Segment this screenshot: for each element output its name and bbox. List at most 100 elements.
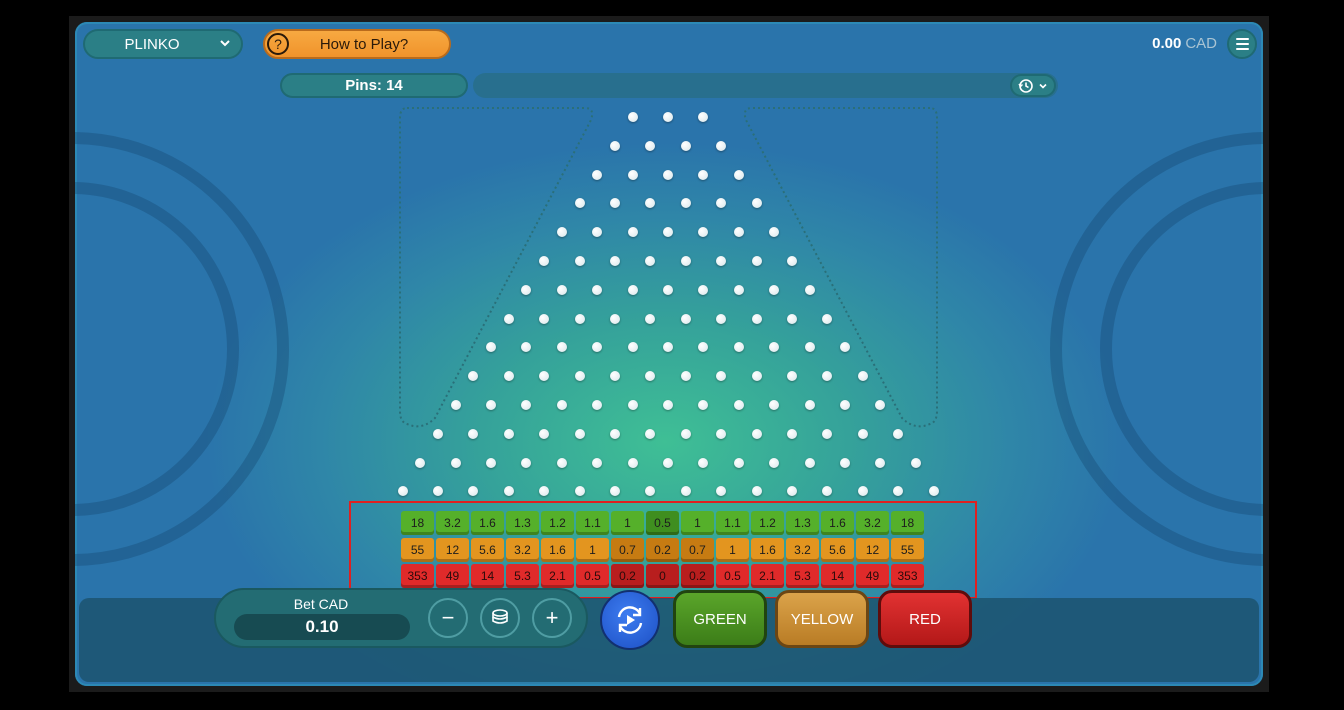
multiplier-cell-yellow: 5.6 bbox=[471, 538, 504, 562]
multiplier-cell-green: 1 bbox=[611, 511, 644, 535]
peg bbox=[840, 457, 850, 468]
peg bbox=[609, 198, 620, 209]
autoplay-icon bbox=[617, 606, 643, 634]
peg bbox=[415, 457, 426, 468]
multiplier-cell-green: 18 bbox=[891, 511, 924, 535]
peg bbox=[663, 284, 673, 295]
peg bbox=[857, 428, 868, 439]
peg bbox=[680, 198, 691, 209]
peg bbox=[432, 428, 443, 439]
multiplier-cell-green: 1 bbox=[681, 511, 714, 535]
peg bbox=[609, 371, 620, 382]
multiplier-cell-red: 14 bbox=[821, 564, 854, 588]
multiplier-cell-green: 1.6 bbox=[471, 511, 504, 535]
peg bbox=[574, 198, 585, 209]
peg bbox=[627, 227, 638, 238]
yellow-drop-button[interactable]: YELLOW bbox=[775, 590, 869, 648]
multiplier-cell-red: 5.3 bbox=[506, 564, 539, 588]
peg bbox=[786, 256, 797, 266]
multiplier-cell-yellow: 1.6 bbox=[751, 538, 784, 562]
peg bbox=[627, 112, 638, 122]
peg bbox=[733, 227, 744, 238]
peg bbox=[645, 313, 656, 324]
peg bbox=[486, 400, 496, 410]
peg bbox=[786, 428, 797, 439]
multiplier-cell-yellow: 55 bbox=[891, 538, 924, 562]
peg bbox=[450, 400, 461, 410]
peg bbox=[645, 256, 656, 266]
peg bbox=[592, 457, 603, 468]
peg bbox=[680, 313, 691, 324]
peg bbox=[592, 342, 603, 353]
peg bbox=[609, 486, 620, 497]
peg bbox=[733, 457, 744, 468]
multiplier-row-green: 18 3.2 1.6 1.3 1.2 1.1 1 0.5 1 1.1 1.2 1.3 1.6 3.2 18 bbox=[401, 511, 924, 535]
multiplier-cell-yellow: 12 bbox=[436, 538, 469, 562]
multiplier-cell-yellow: 0.7 bbox=[611, 538, 644, 562]
peg bbox=[521, 457, 532, 468]
peg bbox=[716, 371, 727, 382]
peg bbox=[645, 198, 656, 209]
peg bbox=[893, 428, 904, 439]
peg bbox=[627, 169, 638, 180]
multiplier-cell-red: 353 bbox=[401, 564, 434, 588]
peg bbox=[627, 400, 638, 410]
peg bbox=[609, 428, 620, 439]
multiplier-cell-red: 0 bbox=[646, 564, 679, 588]
chips-button[interactable] bbox=[480, 598, 520, 638]
multiplier-cell-green: 1.2 bbox=[751, 511, 784, 535]
peg bbox=[875, 457, 886, 468]
peg bbox=[733, 400, 744, 410]
peg bbox=[804, 400, 815, 410]
bet-panel: Bet CAD 0.10 − + bbox=[214, 588, 588, 648]
multiplier-cell-red: 0.5 bbox=[716, 564, 749, 588]
peg bbox=[574, 428, 585, 439]
peg bbox=[556, 284, 567, 295]
coins-icon bbox=[492, 609, 508, 624]
multiplier-cell-yellow: 1 bbox=[576, 538, 609, 562]
plinko-game: PLINKO ? How to Play? 0.00CAD Pins: 14 bbox=[75, 22, 1263, 686]
peg bbox=[609, 256, 620, 266]
peg bbox=[716, 486, 727, 497]
multiplier-cell-yellow: 1.6 bbox=[541, 538, 574, 562]
peg bbox=[663, 400, 673, 410]
autoplay-button[interactable] bbox=[600, 590, 660, 650]
peg bbox=[893, 486, 904, 497]
peg bbox=[822, 313, 833, 324]
multiplier-cell-red: 2.1 bbox=[751, 564, 784, 588]
peg bbox=[663, 227, 673, 238]
multiplier-cell-yellow: 0.7 bbox=[681, 538, 714, 562]
peg bbox=[769, 284, 780, 295]
peg bbox=[751, 313, 762, 324]
multiplier-cell-green: 1.3 bbox=[786, 511, 819, 535]
green-drop-button[interactable]: GREEN bbox=[673, 590, 767, 648]
peg bbox=[663, 112, 673, 122]
multiplier-cell-red: 49 bbox=[436, 564, 469, 588]
multiplier-cell-green: 3.2 bbox=[436, 511, 469, 535]
peg bbox=[840, 400, 850, 410]
peg bbox=[733, 284, 744, 295]
red-drop-button[interactable]: RED bbox=[878, 590, 972, 648]
peg bbox=[574, 313, 585, 324]
peg bbox=[769, 457, 780, 468]
decrease-bet-button[interactable]: − bbox=[428, 598, 468, 638]
multiplier-cell-yellow: 3.2 bbox=[786, 538, 819, 562]
multiplier-cell-green: 1.1 bbox=[576, 511, 609, 535]
peg bbox=[397, 486, 408, 497]
peg bbox=[556, 457, 567, 468]
multiplier-cell-green: 1.1 bbox=[716, 511, 749, 535]
peg bbox=[822, 428, 833, 439]
peg bbox=[698, 342, 709, 353]
peg bbox=[609, 313, 620, 324]
peg bbox=[716, 140, 727, 151]
increase-bet-button[interactable]: + bbox=[532, 598, 572, 638]
bet-label: Bet CAD bbox=[293, 596, 349, 612]
peg bbox=[539, 313, 550, 324]
peg bbox=[716, 313, 727, 324]
peg bbox=[698, 457, 709, 468]
bet-amount-input[interactable]: 0.10 bbox=[234, 614, 410, 640]
multiplier-cell-red: 353 bbox=[891, 564, 924, 588]
peg bbox=[486, 457, 496, 468]
multiplier-cell-yellow: 3.2 bbox=[506, 538, 539, 562]
peg bbox=[468, 428, 479, 439]
